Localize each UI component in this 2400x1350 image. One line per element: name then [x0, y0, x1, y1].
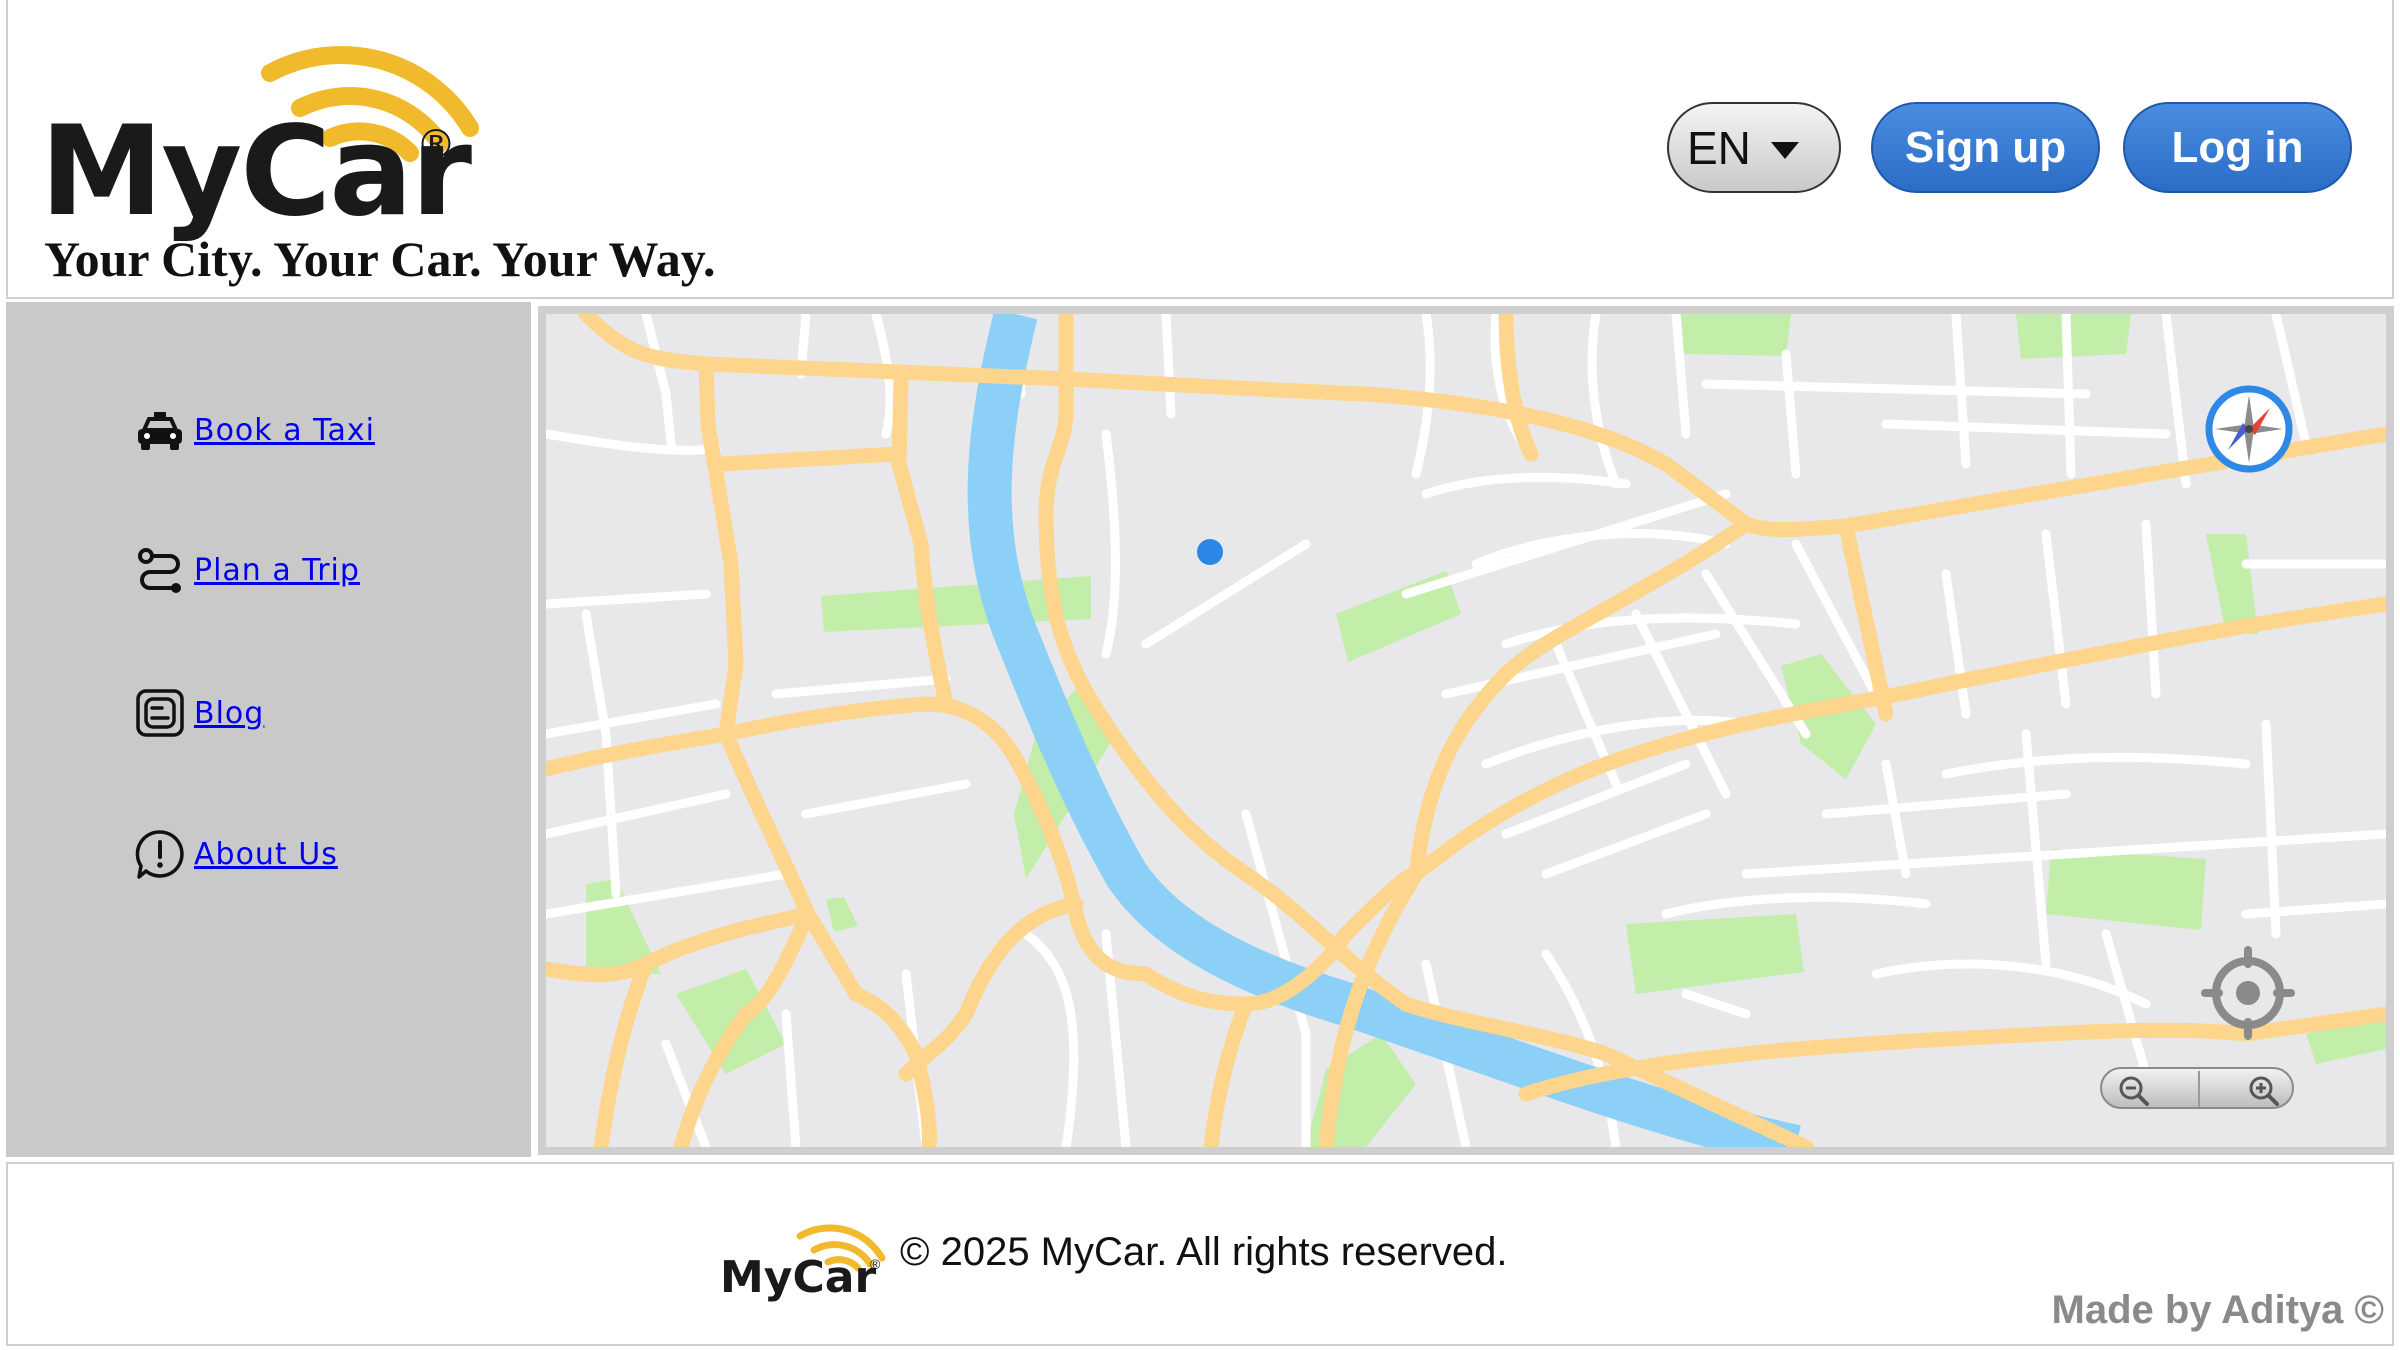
- registered-mark: ®: [416, 122, 456, 168]
- header: MyCar ® Your City. Your Car. Your Way. E…: [6, 0, 2394, 299]
- blog-icon: [136, 689, 184, 737]
- sidebar-item-blog[interactable]: Blog: [132, 685, 264, 741]
- locate-icon[interactable]: [2201, 946, 2295, 1040]
- zoom-control: [2100, 1067, 2294, 1109]
- info-bubble-icon: [135, 830, 184, 879]
- zoom-divider: [2198, 1071, 2200, 1107]
- tagline: Your City. Your Car. Your Way.: [44, 231, 716, 287]
- taxi-icon: [138, 412, 182, 450]
- footer-logo-wordmark: MyCar: [720, 1252, 877, 1303]
- sidebar-item-label[interactable]: Plan a Trip: [194, 553, 360, 588]
- sidebar-item-book-taxi[interactable]: Book a Taxi: [132, 402, 375, 458]
- sidebar-item-label[interactable]: Book a Taxi: [194, 413, 375, 448]
- signup-button[interactable]: Sign up: [1871, 102, 2100, 193]
- sidebar-item-plan-trip[interactable]: Plan a Trip: [132, 542, 360, 598]
- sidebar-item-label[interactable]: Blog: [194, 696, 264, 731]
- map-view[interactable]: [538, 306, 2394, 1155]
- language-value: EN: [1687, 121, 1751, 174]
- main-roads: [546, 314, 2386, 1147]
- mycar-logo[interactable]: MyCar ®: [40, 18, 479, 234]
- login-button[interactable]: Log in: [2123, 102, 2352, 193]
- footer-logo[interactable]: MyCar ®: [720, 1214, 890, 1304]
- zoom-out-icon[interactable]: [2116, 1073, 2152, 1109]
- sidebar-item-label[interactable]: About Us: [194, 837, 338, 872]
- route-icon: [138, 548, 181, 593]
- street-map[interactable]: [546, 314, 2386, 1147]
- sidebar: Book a Taxi Plan a Trip Blog About Us: [6, 302, 531, 1157]
- registered-mark: ®: [870, 1256, 881, 1272]
- zoom-in-icon[interactable]: [2246, 1073, 2282, 1109]
- footer: MyCar ® © 2025 MyCar. All rights reserve…: [6, 1162, 2394, 1346]
- copyright-text: © 2025 MyCar. All rights reserved.: [900, 1230, 1508, 1274]
- language-select[interactable]: EN: [1667, 102, 1841, 193]
- current-location-dot: [1197, 539, 1223, 565]
- sidebar-item-about-us[interactable]: About Us: [132, 826, 338, 882]
- made-by-text: Made by Aditya ©: [2051, 1288, 2385, 1332]
- caret-down-icon: [1771, 142, 1799, 159]
- logo-wordmark: MyCar: [40, 100, 472, 244]
- compass-icon[interactable]: [2203, 383, 2295, 475]
